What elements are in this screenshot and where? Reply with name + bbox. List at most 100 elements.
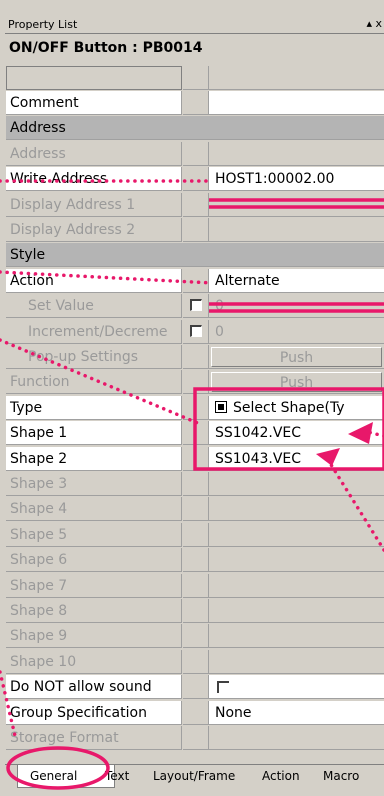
push-button[interactable]: Push	[211, 347, 382, 367]
property-row[interactable]: Pop-up Settings Push	[6, 345, 384, 370]
object-name: ON/OFF Button : PB0014	[9, 40, 203, 56]
property-check-cell	[183, 446, 209, 471]
property-row[interactable]: Shape 8	[6, 599, 384, 624]
property-value[interactable]	[209, 649, 384, 674]
property-name: Shape 10	[6, 649, 182, 674]
property-name: Action	[6, 268, 182, 293]
property-check-cell	[183, 395, 209, 420]
property-name: Display Address 1	[6, 192, 182, 217]
property-value[interactable]: SS1043.VEC	[209, 446, 384, 471]
tab-layout-frame[interactable]: Layout/Frame	[153, 765, 235, 787]
property-check-cell	[183, 218, 209, 242]
property-check-cell	[183, 192, 209, 217]
property-name: Address	[6, 116, 384, 141]
property-row[interactable]: Shape 1 SS1042.VEC	[6, 421, 384, 446]
property-row[interactable]: Write Address HOST1:00002.00	[6, 167, 384, 192]
tab-macro[interactable]: Macro	[323, 765, 359, 787]
property-row[interactable]: Function Push	[6, 370, 384, 395]
property-value[interactable]	[209, 548, 384, 573]
property-name: Address	[6, 141, 182, 166]
property-row[interactable]: Display Address 2	[6, 218, 384, 243]
property-check-cell	[183, 472, 209, 496]
property-row[interactable]: Shape 3	[6, 472, 384, 497]
property-list-panel: Property List ▴ x ON/OFF Button : PB0014…	[0, 0, 384, 796]
property-value[interactable]	[209, 726, 384, 750]
property-name: Shape 4	[6, 497, 182, 522]
grid-header-row	[6, 66, 384, 91]
property-row[interactable]: Group Specification None	[6, 700, 384, 726]
tab-action[interactable]: Action	[262, 765, 300, 787]
property-value[interactable]: Alternate	[209, 268, 384, 293]
push-button[interactable]: Push	[211, 372, 382, 393]
property-row[interactable]: Shape 4	[6, 497, 384, 522]
property-row[interactable]: Type Select Shape(Ty	[6, 395, 384, 421]
panel-titlebar: Property List ▴ x	[5, 17, 384, 34]
property-check-cell	[183, 522, 209, 547]
property-row[interactable]: Shape 7	[6, 573, 384, 599]
property-row[interactable]: Shape 5	[6, 522, 384, 548]
property-name: Shape 9	[6, 624, 182, 649]
property-name: Shape 7	[6, 573, 182, 598]
panel-controls[interactable]: ▴ x	[366, 17, 382, 30]
property-value[interactable]	[209, 218, 384, 242]
property-row[interactable]: Shape 2 SS1043.VEC	[6, 446, 384, 472]
property-value[interactable]	[209, 91, 384, 115]
property-row[interactable]: Action Alternate	[6, 268, 384, 294]
object-header: ON/OFF Button : PB0014	[5, 36, 384, 62]
property-row[interactable]: Display Address 1	[6, 192, 384, 218]
property-value[interactable]	[209, 599, 384, 623]
property-row[interactable]: Comment	[6, 91, 384, 116]
property-check-cell[interactable]	[183, 319, 209, 344]
row-checkbox[interactable]	[190, 324, 202, 337]
property-name: Pop-up Settings	[6, 345, 182, 369]
row-checkbox[interactable]	[190, 299, 202, 312]
property-value[interactable]: Push	[209, 345, 384, 369]
tab-macro-label: Macro	[323, 769, 360, 783]
value-checkbox[interactable]	[217, 681, 229, 694]
property-row[interactable]: Increment/Decreme 0	[6, 319, 384, 345]
property-name: Shape 1	[6, 421, 182, 446]
property-name: Shape 6	[6, 548, 182, 573]
property-value[interactable]: Select Shape(Ty	[209, 395, 384, 420]
property-row: Style	[6, 243, 384, 268]
property-value[interactable]	[209, 141, 384, 166]
property-value[interactable]	[209, 472, 384, 496]
property-row: Address	[6, 116, 384, 141]
property-check-cell	[183, 167, 209, 192]
tab-text[interactable]: Text	[105, 765, 129, 787]
property-value[interactable]: 0	[209, 294, 384, 319]
property-value[interactable]	[209, 192, 384, 217]
tab-text-label: Text	[105, 769, 130, 783]
property-value[interactable]	[209, 675, 384, 700]
property-value[interactable]	[209, 497, 384, 522]
property-name: Function	[6, 370, 182, 395]
property-name: Style	[6, 243, 384, 268]
property-check-cell	[183, 700, 209, 725]
panel-title: Property List	[8, 18, 78, 31]
property-row[interactable]: Shape 10	[6, 649, 384, 675]
property-value[interactable]	[209, 573, 384, 598]
property-value[interactable]: HOST1:00002.00	[209, 167, 384, 192]
property-value[interactable]: None	[209, 700, 384, 725]
tab-general[interactable]: General	[17, 765, 115, 788]
property-check-cell[interactable]	[183, 294, 209, 319]
property-value[interactable]: 0	[209, 319, 384, 344]
property-value[interactable]: SS1042.VEC	[209, 421, 384, 446]
property-value[interactable]	[209, 624, 384, 649]
property-check-cell	[183, 141, 209, 166]
property-row[interactable]: Do NOT allow sound	[6, 675, 384, 700]
property-row[interactable]: Shape 6	[6, 548, 384, 573]
property-name: Do NOT allow sound	[6, 675, 182, 700]
property-value[interactable]	[209, 522, 384, 547]
property-name: Shape 2	[6, 446, 182, 471]
property-row[interactable]: Storage Format	[6, 726, 384, 751]
property-name: Group Specification	[6, 700, 182, 725]
property-row[interactable]: Address	[6, 141, 384, 167]
property-name: Type	[6, 395, 182, 420]
property-row[interactable]: Shape 9	[6, 624, 384, 649]
tab-layout-frame-label: Layout/Frame	[153, 769, 236, 783]
property-check-cell	[183, 91, 209, 115]
property-value[interactable]: Push	[209, 370, 384, 395]
property-check-cell	[183, 497, 209, 522]
property-row[interactable]: Set Value 0	[6, 294, 384, 319]
